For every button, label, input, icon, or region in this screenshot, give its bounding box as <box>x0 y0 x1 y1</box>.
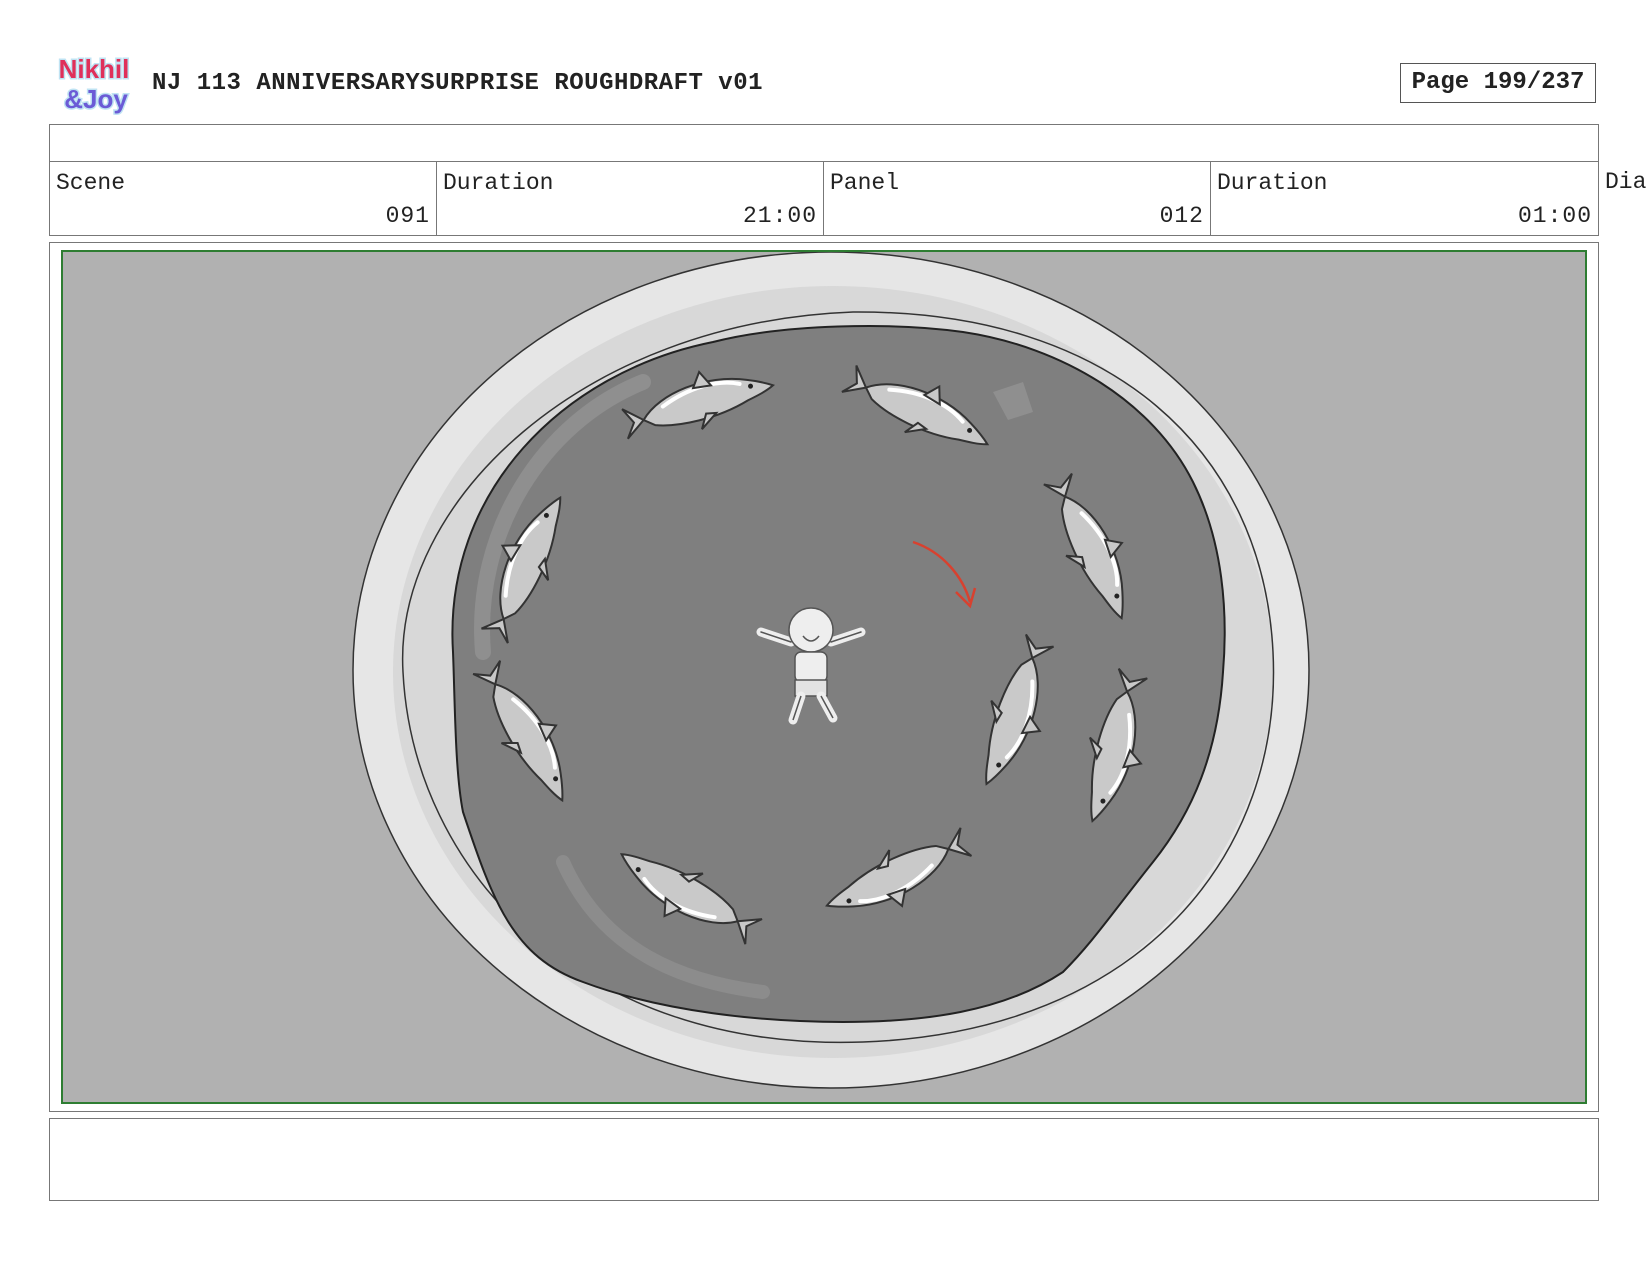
header-blank-bar <box>49 124 1599 162</box>
nikhil-joy-logo: Nikhil &Joy <box>57 53 131 116</box>
panel-artwork <box>352 252 1310 1089</box>
scene-value: 091 <box>385 203 430 229</box>
dialogue-cell: Dia <box>1598 161 1650 236</box>
storyboard-panel <box>61 250 1587 1104</box>
logo-text-line1: Nikhil <box>59 54 130 84</box>
scene-duration-cell: Duration 21:00 <box>436 161 824 236</box>
scene-duration-label: Duration <box>443 170 554 196</box>
scene-cell: Scene 091 <box>49 161 437 236</box>
document-title: NJ 113 ANNIVERSARYSURPRISE ROUGHDRAFT v0… <box>152 70 763 97</box>
panel-duration-value: 01:00 <box>1517 203 1592 229</box>
panel-duration-cell: Duration 01:00 <box>1210 161 1599 236</box>
info-row: Scene 091 Duration 21:00 Panel 012 Durat… <box>49 161 1650 236</box>
panel-label: Panel <box>830 170 900 196</box>
logo-text-line2: &Joy <box>64 84 128 114</box>
dialogue-label: Dia <box>1605 169 1647 195</box>
scene-label: Scene <box>56 170 126 196</box>
panel-value: 012 <box>1159 203 1204 229</box>
storyboard-panel-frame <box>49 242 1599 1112</box>
scene-duration-value: 21:00 <box>742 203 817 229</box>
notes-box <box>49 1118 1599 1201</box>
panel-cell: Panel 012 <box>823 161 1211 236</box>
panel-duration-label: Duration <box>1217 170 1328 196</box>
page-number: Page 199/237 <box>1400 63 1596 103</box>
